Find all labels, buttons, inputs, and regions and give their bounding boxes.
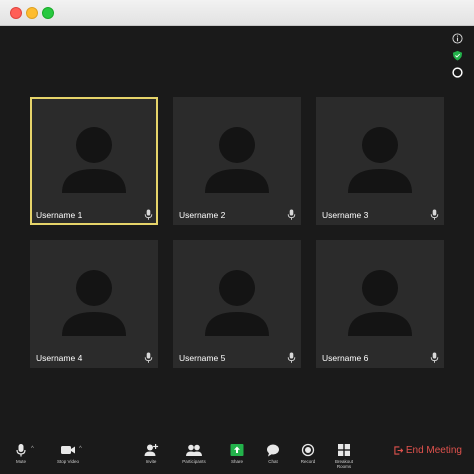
end-meeting-label: End Meeting xyxy=(405,445,462,456)
security-shield-icon[interactable] xyxy=(452,50,463,61)
participants-button[interactable]: Participants xyxy=(180,443,208,464)
chat-label: Chat xyxy=(268,459,278,464)
microphone-icon xyxy=(144,352,153,363)
record-label: Record xyxy=(300,459,316,464)
meeting-status-icons xyxy=(452,33,464,84)
breakout-rooms-button[interactable]: Breakout Rooms xyxy=(328,443,360,469)
end-meeting-button[interactable]: End Meeting xyxy=(394,445,462,456)
avatar-placeholder-icon xyxy=(205,270,269,336)
video-camera-icon xyxy=(61,446,75,454)
breakout-rooms-icon xyxy=(338,444,350,456)
participants-icon xyxy=(186,444,202,456)
meeting-window: Username 1 Username 2 Username 3 Username 4… xyxy=(0,0,474,474)
record-icon xyxy=(301,443,315,457)
exit-icon xyxy=(394,446,403,455)
minimize-window-button[interactable] xyxy=(26,7,38,19)
mute-label: Mute xyxy=(15,459,26,464)
title-bar xyxy=(0,0,474,26)
record-button[interactable]: Record xyxy=(298,443,318,464)
avatar-placeholder-icon xyxy=(62,127,126,193)
add-person-icon xyxy=(144,444,159,456)
video-options-caret[interactable]: ^ xyxy=(79,446,82,452)
microphone-icon xyxy=(287,352,296,363)
participant-tile[interactable]: Username 4 xyxy=(30,240,158,368)
microphone-icon xyxy=(16,444,26,457)
meeting-toolbar: Mute ^ Stop Video ^ Invite Participants … xyxy=(0,437,474,474)
microphone-icon xyxy=(430,352,439,363)
avatar-placeholder-icon xyxy=(348,127,412,193)
recording-status-icon[interactable] xyxy=(452,67,463,78)
mute-button[interactable]: Mute xyxy=(10,443,32,464)
share-screen-icon xyxy=(230,444,244,456)
avatar-placeholder-icon xyxy=(205,127,269,193)
microphone-icon xyxy=(144,209,153,220)
participant-name: Username 6 xyxy=(322,353,369,363)
close-window-button[interactable] xyxy=(10,7,22,19)
participants-label: Participants xyxy=(182,459,206,464)
stop-video-label: Stop Video xyxy=(57,459,79,464)
breakout-rooms-label: Breakout Rooms xyxy=(334,459,353,469)
participant-name: Username 1 xyxy=(36,210,83,220)
participant-name: Username 5 xyxy=(179,353,226,363)
participant-tile[interactable]: Username 3 xyxy=(316,97,444,225)
participant-tile[interactable]: Username 1 xyxy=(30,97,158,225)
participant-tile[interactable]: Username 5 xyxy=(173,240,301,368)
microphone-icon xyxy=(430,209,439,220)
maximize-window-button[interactable] xyxy=(42,7,54,19)
chat-button[interactable]: Chat xyxy=(263,443,283,464)
stop-video-button[interactable]: Stop Video xyxy=(55,443,81,464)
invite-label: Invite xyxy=(145,459,157,464)
share-button[interactable]: Share xyxy=(227,443,247,464)
microphone-icon xyxy=(287,209,296,220)
participant-tile[interactable]: Username 6 xyxy=(316,240,444,368)
invite-button[interactable]: Invite xyxy=(140,443,162,464)
chat-bubble-icon xyxy=(267,444,279,457)
participant-name: Username 2 xyxy=(179,210,226,220)
participant-tile[interactable]: Username 2 xyxy=(173,97,301,225)
mute-options-caret[interactable]: ^ xyxy=(31,446,34,452)
avatar-placeholder-icon xyxy=(348,270,412,336)
info-icon[interactable] xyxy=(452,33,463,44)
participant-name: Username 3 xyxy=(322,210,369,220)
share-label: Share xyxy=(230,459,243,464)
avatar-placeholder-icon xyxy=(62,270,126,336)
participant-name: Username 4 xyxy=(36,353,83,363)
